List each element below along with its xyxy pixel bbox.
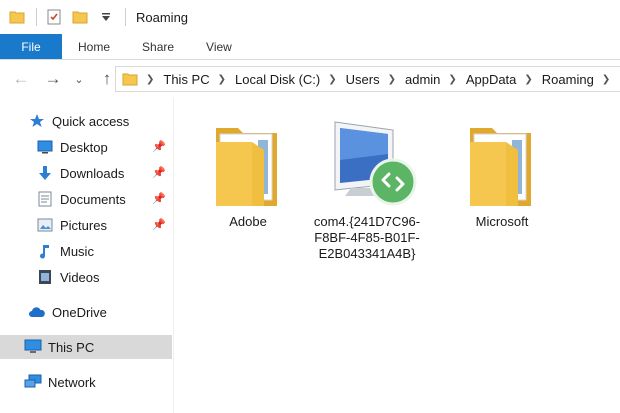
cloud-icon — [28, 303, 46, 321]
address-bar[interactable]: ❯ This PC ❯ Local Disk (C:) ❯ Users ❯ ad… — [115, 66, 620, 92]
sidebar-item-music[interactable]: Music — [0, 239, 172, 263]
sidebar-item-this-pc[interactable]: This PC — [0, 335, 172, 359]
videos-icon — [36, 268, 54, 286]
customize-toolbar-icon[interactable] — [97, 8, 115, 26]
download-icon — [36, 164, 54, 182]
navigation-bar: ← → ⌄ ↑ ❯ This PC ❯ Local Disk (C:) ❯ Us… — [0, 60, 620, 98]
sidebar-item-label: Network — [48, 374, 96, 390]
file-item-com4[interactable]: com4.{241D7C96-F8BF-4F85-B01F-E2B043341A… — [312, 116, 422, 262]
sidebar-item-label: Desktop — [60, 139, 108, 155]
breadcrumb-admin[interactable]: admin — [405, 72, 440, 87]
sidebar-item-downloads[interactable]: Downloads 📌 — [0, 161, 172, 185]
breadcrumb-appdata[interactable]: AppData — [466, 72, 517, 87]
folder-item-adobe[interactable]: Adobe — [193, 116, 303, 230]
properties-icon[interactable] — [45, 8, 63, 26]
sidebar-item-documents[interactable]: Documents 📌 — [0, 187, 172, 211]
breadcrumb-local-disk[interactable]: Local Disk (C:) — [235, 72, 320, 87]
documents-icon — [36, 190, 54, 208]
tab-file[interactable]: File — [0, 34, 62, 59]
star-icon — [28, 112, 46, 130]
chevron-right-icon[interactable]: ❯ — [328, 74, 336, 85]
computer-icon — [24, 338, 42, 356]
pin-icon[interactable]: 📌 — [152, 218, 166, 231]
sidebar-item-label: Music — [60, 243, 94, 259]
sidebar-item-quick-access[interactable]: Quick access — [0, 109, 172, 133]
title-bar: Roaming — [0, 0, 620, 34]
chevron-right-icon[interactable]: ❯ — [218, 74, 226, 85]
folder-icon — [470, 128, 531, 206]
chevron-right-icon[interactable]: ❯ — [448, 74, 456, 85]
sidebar-item-label: Pictures — [60, 217, 107, 233]
sidebar-item-label: This PC — [48, 339, 95, 355]
breadcrumb-roaming[interactable]: Roaming — [542, 72, 594, 87]
navigation-pane: Quick access Desktop 📌 Downloads 📌 Docum… — [0, 98, 172, 413]
item-label: com4.{241D7C96-F8BF-4F85-B01F-E2B043341A… — [313, 214, 421, 261]
chevron-right-icon[interactable]: ❯ — [602, 74, 610, 85]
folder-item-microsoft[interactable]: Microsoft — [447, 116, 557, 230]
recent-locations-button[interactable]: ⌄ — [66, 66, 92, 92]
toolbar-separator — [36, 8, 37, 26]
toolbar-separator — [125, 8, 126, 26]
sidebar-item-videos[interactable]: Videos — [0, 265, 172, 289]
tab-share[interactable]: Share — [126, 34, 190, 59]
tab-view[interactable]: View — [190, 34, 248, 59]
sidebar-item-label: Videos — [60, 269, 100, 285]
window-title: Roaming — [136, 9, 189, 25]
sidebar-item-pictures[interactable]: Pictures 📌 — [0, 213, 172, 237]
sidebar-item-network[interactable]: Network — [0, 370, 172, 394]
ribbon-tabs: File Home Share View — [0, 34, 620, 60]
folder-icon[interactable] — [8, 8, 26, 26]
desktop-icon — [36, 138, 54, 156]
pin-icon[interactable]: 📌 — [152, 140, 166, 153]
item-label: Adobe — [229, 214, 267, 229]
network-icon — [24, 373, 42, 391]
sidebar-item-label: Documents — [60, 191, 126, 207]
breadcrumb-users[interactable]: Users — [346, 72, 380, 87]
pane-divider[interactable] — [173, 98, 174, 413]
sidebar-item-desktop[interactable]: Desktop 📌 — [0, 135, 172, 159]
forward-button[interactable]: → — [40, 66, 66, 92]
chevron-right-icon[interactable]: ❯ — [146, 74, 154, 85]
sidebar-item-label: OneDrive — [52, 304, 107, 320]
chevron-right-icon[interactable]: ❯ — [524, 74, 532, 85]
folder-icon — [216, 128, 277, 206]
sidebar-item-label: Downloads — [60, 165, 125, 181]
sidebar-item-onedrive[interactable]: OneDrive — [0, 300, 172, 324]
new-folder-icon[interactable] — [71, 8, 89, 26]
breadcrumb-this-pc[interactable]: This PC — [163, 72, 209, 87]
item-label: Microsoft — [475, 214, 529, 229]
chevron-right-icon[interactable]: ❯ — [388, 74, 396, 85]
music-icon — [36, 242, 54, 260]
pin-icon[interactable]: 📌 — [152, 192, 166, 205]
remote-desktop-icon — [334, 121, 417, 206]
tab-home[interactable]: Home — [62, 34, 126, 59]
folder-icon — [122, 72, 138, 86]
sidebar-item-label: Quick access — [52, 113, 130, 129]
pictures-icon — [36, 216, 54, 234]
back-button[interactable]: ← — [8, 66, 34, 92]
pin-icon[interactable]: 📌 — [152, 166, 166, 179]
